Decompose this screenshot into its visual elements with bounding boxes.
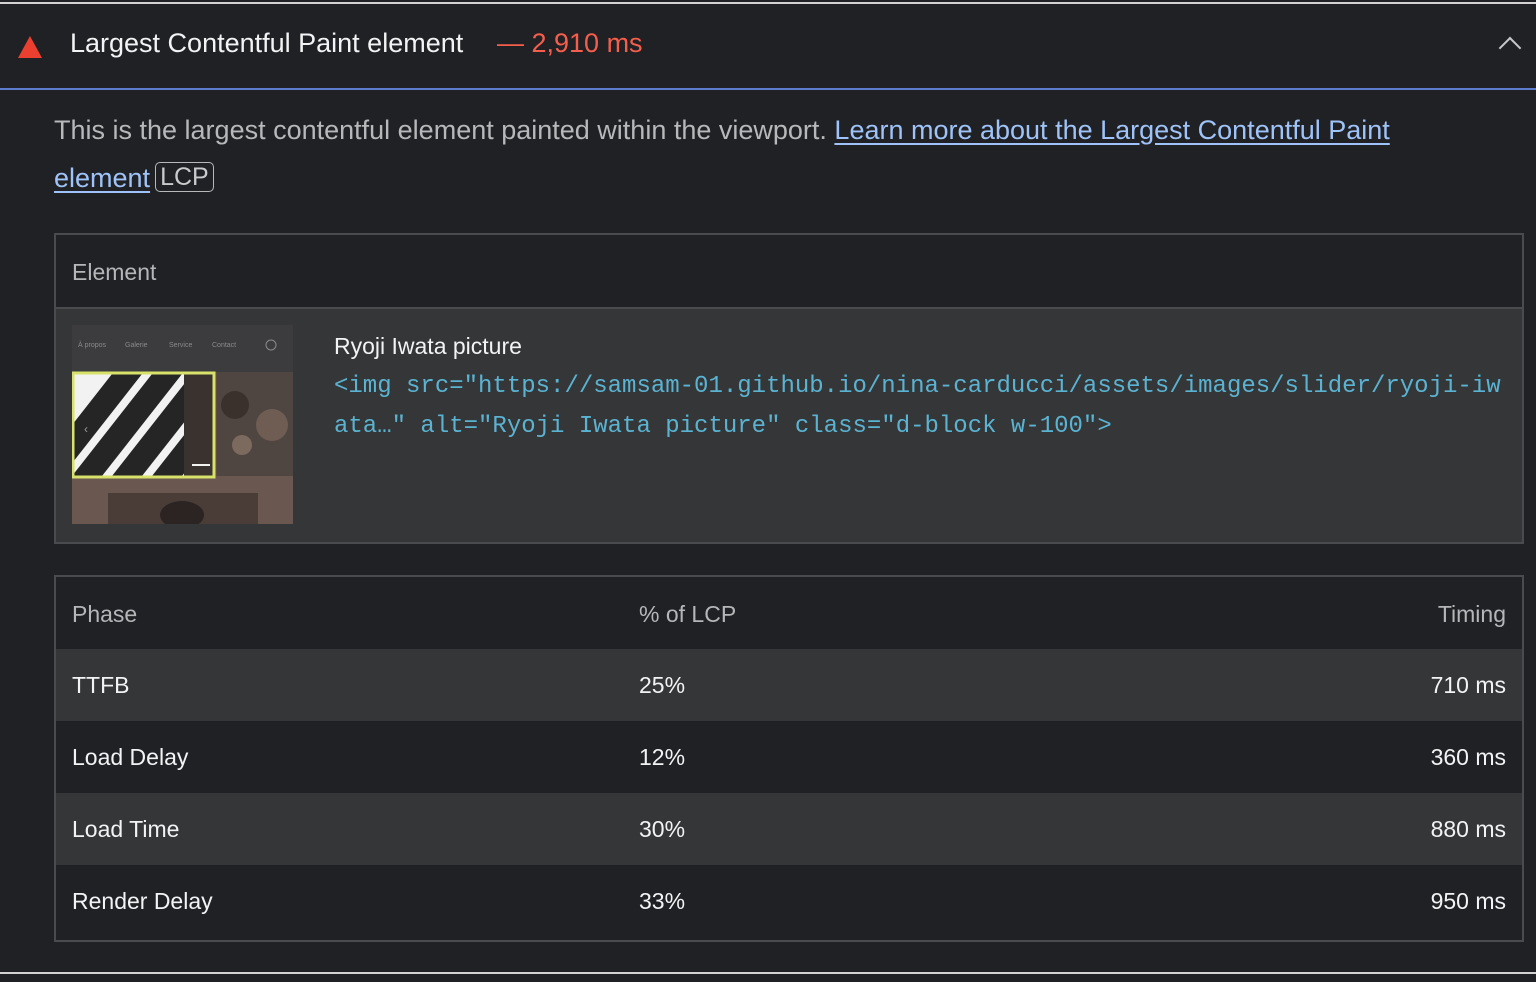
thumb-nav-4: Contact <box>212 342 236 349</box>
table-row: Render Delay 33% 950 ms <box>56 865 1522 937</box>
svg-text:‹: ‹ <box>84 422 88 436</box>
thumb-nav-2: Galerie <box>125 342 148 349</box>
percent-cell: 12% <box>639 744 686 770</box>
element-node-snippet[interactable]: <img src="https://samsam-01.github.io/ni… <box>334 367 1504 447</box>
phase-cell: Load Delay <box>72 744 189 770</box>
description-text: This is the largest contentful element p… <box>54 115 835 145</box>
timing-cell: 360 ms <box>1430 744 1506 770</box>
lcp-metric-badge: LCP <box>155 162 214 192</box>
element-screenshot-thumbnail[interactable]: À propos Galerie Service Contact ‹ <box>72 325 293 524</box>
audit-title: Largest Contentful Paint element <box>70 28 464 58</box>
element-node-label: Ryoji Iwata picture <box>334 333 522 359</box>
percent-cell: 33% <box>639 888 686 914</box>
lcp-phase-table: Phase % of LCP Timing TTFB 25% 710 ms Lo… <box>54 575 1524 942</box>
timing-cell: 950 ms <box>1430 888 1506 914</box>
divider-bottom <box>0 972 1536 974</box>
audit-description: This is the largest contentful element p… <box>54 106 1474 202</box>
audit-header[interactable]: Largest Contentful Paint element — 2,910… <box>0 4 1536 90</box>
phase-cell: Load Time <box>72 816 180 842</box>
lcp-audit-panel: Largest Contentful Paint element — 2,910… <box>0 0 1536 982</box>
percent-column-header: % of LCP <box>639 601 737 627</box>
element-table: Element À propos Galerie Service Contact <box>54 233 1524 544</box>
element-table-header: Element <box>56 235 1522 309</box>
phase-column-header: Phase <box>72 601 138 627</box>
timing-column-header: Timing <box>1437 601 1506 627</box>
timing-cell: 880 ms <box>1430 816 1506 842</box>
chevron-up-icon[interactable] <box>1498 36 1522 60</box>
percent-cell: 25% <box>639 672 686 698</box>
phase-table-header: Phase % of LCP Timing <box>56 577 1522 649</box>
percent-cell: 30% <box>639 816 686 842</box>
audit-display-value: — 2,910 ms <box>497 28 643 58</box>
table-row: TTFB 25% 710 ms <box>56 649 1522 721</box>
timing-cell: 710 ms <box>1430 672 1506 698</box>
element-column-header: Element <box>72 259 157 285</box>
warning-triangle-icon <box>18 36 42 58</box>
table-row: Load Delay 12% 360 ms <box>56 721 1522 793</box>
thumb-nav-1: À propos <box>78 340 107 349</box>
phase-cell: TTFB <box>72 672 130 698</box>
table-row: Load Time 30% 880 ms <box>56 793 1522 865</box>
page-screenshot-image: À propos Galerie Service Contact ‹ <box>72 325 293 524</box>
phase-cell: Render Delay <box>72 888 213 914</box>
thumb-nav-3: Service <box>169 342 192 349</box>
